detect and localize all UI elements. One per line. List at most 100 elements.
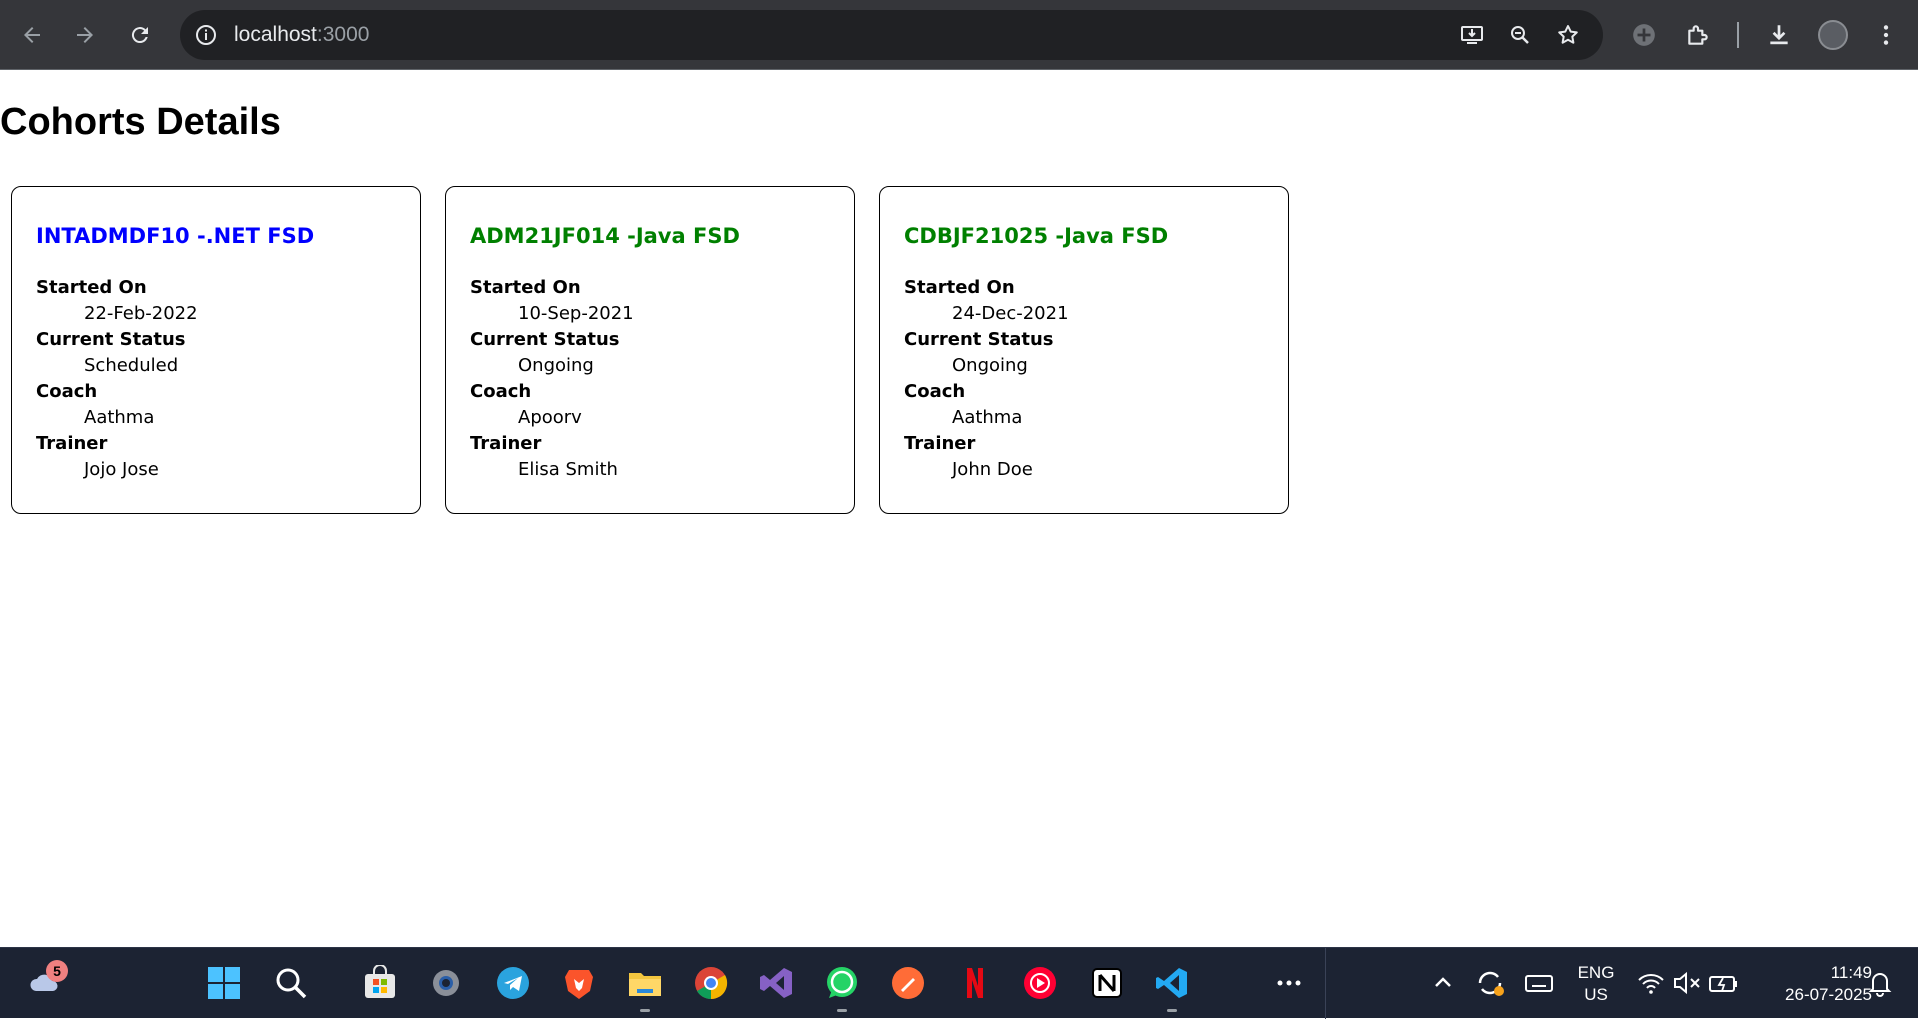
download-icon[interactable]	[1766, 22, 1792, 48]
wifi-button[interactable]	[1633, 965, 1669, 1001]
postman-button[interactable]	[890, 965, 926, 1001]
coach-value: Apoorv	[518, 407, 582, 428]
profile-avatar[interactable]	[1818, 20, 1848, 50]
status-value: Scheduled	[84, 355, 179, 376]
volume-button[interactable]	[1669, 965, 1705, 1001]
file-explorer-button[interactable]	[627, 965, 663, 1001]
keyboard-icon	[1525, 975, 1553, 992]
cohort-card: INTADMDF10 -.NET FSD Started On 22-Feb-2…	[11, 186, 421, 514]
keyboard-button[interactable]	[1521, 965, 1557, 1001]
extension-blocked-icon[interactable]	[1631, 22, 1657, 48]
running-indicator	[1167, 1009, 1177, 1012]
running-indicator	[837, 1009, 847, 1012]
address-bar[interactable]: localhost:3000	[180, 10, 1603, 60]
gear-icon	[433, 970, 459, 996]
visual-studio-icon	[760, 968, 792, 998]
notion-button[interactable]	[1089, 965, 1125, 1001]
toolbar-divider	[1737, 22, 1739, 48]
zoom-icon[interactable]	[1508, 23, 1532, 47]
brave-lion-icon	[565, 970, 593, 999]
more-horizontal-icon	[1277, 980, 1301, 986]
url-text[interactable]: localhost:3000	[234, 23, 369, 47]
running-indicator	[640, 1009, 650, 1012]
extensions-puzzle-icon[interactable]	[1685, 22, 1711, 48]
settings-button[interactable]	[428, 965, 464, 1001]
postman-icon	[892, 967, 924, 999]
cohort-title: CDBJF21025 -Java FSD	[904, 224, 1169, 248]
info-icon[interactable]	[194, 23, 218, 47]
vscode-icon	[1156, 968, 1187, 998]
coach-value: Aathma	[84, 407, 155, 428]
overflow-apps-button[interactable]	[1271, 965, 1307, 1001]
reload-icon	[131, 27, 148, 44]
notification-bell-icon	[1868, 973, 1892, 997]
weather-badge: 5	[46, 960, 68, 982]
install-app-icon[interactable]	[1460, 23, 1484, 47]
reload-button[interactable]	[122, 17, 158, 53]
forward-button[interactable]	[67, 17, 103, 53]
visual-studio-button[interactable]	[758, 965, 794, 1001]
arrow-right-icon	[77, 27, 93, 43]
taskbar: 5 ENG US 11:49 26-07-2025	[0, 947, 1918, 1019]
status-label: Current Status	[904, 329, 1054, 350]
started-on-value: 10-Sep-2021	[518, 303, 634, 324]
trainer-value: John Doe	[952, 459, 1033, 480]
sync-button[interactable]	[1472, 965, 1508, 1001]
cohort-title: INTADMDF10 -.NET FSD	[36, 224, 315, 248]
wifi-icon	[1638, 974, 1664, 994]
battery-charging-icon	[1709, 976, 1737, 992]
telegram-icon	[497, 967, 529, 999]
coach-label: Coach	[36, 381, 98, 402]
trainer-label: Trainer	[36, 433, 108, 454]
whatsapp-button[interactable]	[824, 965, 860, 1001]
microsoft-store-button[interactable]	[362, 965, 398, 1001]
language-indicator[interactable]: ENG US	[1574, 962, 1618, 1006]
brave-button[interactable]	[561, 965, 597, 1001]
tray-divider	[1325, 948, 1326, 1019]
chevron-up-icon	[1435, 977, 1451, 987]
browser-toolbar: localhost:3000	[0, 0, 1918, 70]
cohort-card: CDBJF21025 -Java FSD Started On 24-Dec-2…	[879, 186, 1289, 514]
back-button[interactable]	[14, 17, 50, 53]
notion-icon	[1092, 968, 1122, 998]
volume-muted-icon	[1674, 971, 1700, 995]
battery-button[interactable]	[1705, 965, 1741, 1001]
started-on-value: 24-Dec-2021	[952, 303, 1069, 324]
status-value: Ongoing	[518, 355, 594, 376]
status-value: Ongoing	[952, 355, 1028, 376]
trainer-label: Trainer	[470, 433, 542, 454]
folder-icon	[629, 973, 661, 996]
coach-label: Coach	[904, 381, 966, 402]
whatsapp-icon	[827, 967, 857, 998]
sync-icon	[1478, 971, 1504, 996]
bookmark-star-icon[interactable]	[1556, 23, 1580, 47]
netflix-icon	[967, 968, 983, 998]
youtube-music-button[interactable]	[1022, 965, 1058, 1001]
clock-date: 26-07-2025	[1785, 985, 1872, 1004]
notifications-button[interactable]	[1862, 965, 1898, 1001]
trainer-value: Elisa Smith	[518, 459, 618, 480]
page-content: Cohorts Details INTADMDF10 -.NET FSD Sta…	[0, 71, 1918, 947]
cohort-title: ADM21JF014 -Java FSD	[470, 224, 740, 248]
search-button[interactable]	[273, 965, 309, 1001]
arrow-left-icon	[24, 27, 40, 43]
coach-label: Coach	[470, 381, 532, 402]
chrome-button[interactable]	[693, 965, 729, 1001]
url-port: :3000	[316, 23, 370, 46]
language-code: ENG	[1577, 963, 1615, 982]
started-on-label: Started On	[36, 277, 147, 298]
telegram-button[interactable]	[495, 965, 531, 1001]
netflix-button[interactable]	[957, 965, 993, 1001]
coach-value: Aathma	[952, 407, 1023, 428]
more-menu-icon[interactable]	[1873, 22, 1899, 48]
trainer-label: Trainer	[904, 433, 976, 454]
search-icon	[276, 968, 307, 999]
trainer-value: Jojo Jose	[84, 459, 159, 480]
clock-time: 11:49	[1830, 963, 1872, 982]
vscode-button[interactable]	[1154, 965, 1190, 1001]
clock[interactable]: 11:49 26-07-2025	[1752, 962, 1872, 1006]
started-on-label: Started On	[904, 277, 1015, 298]
start-button[interactable]	[206, 965, 242, 1001]
show-hidden-icons-button[interactable]	[1425, 965, 1461, 1001]
chrome-icon	[695, 967, 728, 1000]
